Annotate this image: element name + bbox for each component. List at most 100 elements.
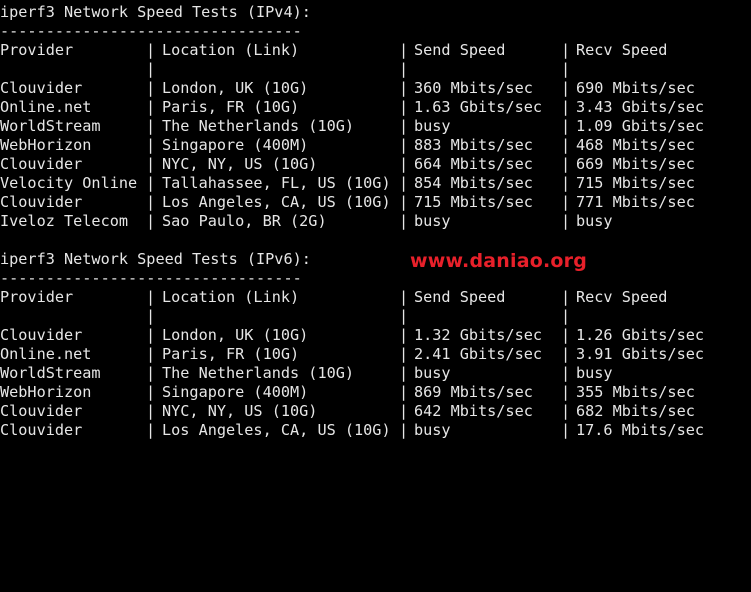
column-separator: | (146, 174, 156, 192)
column-separator: | (561, 79, 571, 97)
provider-column-header: Provider (0, 288, 74, 306)
recv-speed-cell: 1.26 Gbits/sec (576, 326, 705, 344)
provider-cell: Velocity Online (0, 174, 138, 192)
provider-cell: WebHorizon (0, 383, 92, 401)
provider-cell: WebHorizon (0, 136, 92, 154)
recv-speed-cell: 3.91 Gbits/sec (576, 345, 705, 363)
site-watermark: www.daniao.org (410, 250, 588, 272)
column-separator: | (399, 117, 409, 135)
column-separator: | (561, 421, 571, 439)
column-separator: | (399, 326, 409, 344)
column-separator: | (399, 41, 409, 59)
provider-cell: Clouvider (0, 421, 83, 439)
column-separator: | (561, 41, 571, 59)
ipv6-title-line: iperf3 Network Speed Tests (IPv6): (0, 250, 751, 269)
column-separator: | (399, 174, 409, 192)
ipv4-table-row: Clouvider | NYC, NY, US (10G) | 664 Mbit… (0, 155, 751, 174)
send-speed-cell: 664 Mbits/sec (414, 155, 533, 173)
column-separator: | (561, 383, 571, 401)
location-column-header: Location (Link) (162, 288, 300, 306)
recv-speed-cell: 17.6 Mbits/sec (576, 421, 705, 439)
column-separator: | (399, 345, 409, 363)
ipv6-divider: --------------------------------- (0, 269, 302, 287)
send-speed-cell: 854 Mbits/sec (414, 174, 533, 192)
recv-speed-cell: 669 Mbits/sec (576, 155, 695, 173)
recv-speed-cell: 771 Mbits/sec (576, 193, 695, 211)
provider-cell: WorldStream (0, 364, 101, 382)
send-speed-cell: 1.32 Gbits/sec (414, 326, 543, 344)
provider-cell: Online.net (0, 345, 92, 363)
recv-speed-column-header: Recv Speed (576, 288, 668, 306)
recv-speed-cell: busy (576, 212, 613, 230)
column-separator: | (146, 345, 156, 363)
send-speed-cell: 1.63 Gbits/sec (414, 98, 543, 116)
column-separator: | (399, 364, 409, 382)
column-separator: | (561, 212, 571, 230)
ipv4-title-line: iperf3 Network Speed Tests (IPv4): (0, 3, 751, 22)
column-separator: | (399, 288, 409, 306)
send-speed-cell: 883 Mbits/sec (414, 136, 533, 154)
recv-speed-cell: 355 Mbits/sec (576, 383, 695, 401)
ipv6-table-row: Clouvider | London, UK (10G) | 1.32 Gbit… (0, 326, 751, 345)
column-separator: | (146, 60, 156, 78)
location-cell: Paris, FR (10G) (162, 345, 300, 363)
column-separator: | (146, 155, 156, 173)
location-cell: Los Angeles, CA, US (10G) (162, 193, 391, 211)
ipv6-table-row: Clouvider | Los Angeles, CA, US (10G) | … (0, 421, 751, 440)
ipv4-table-row: Online.net | Paris, FR (10G) | 1.63 Gbit… (0, 98, 751, 117)
provider-cell: Clouvider (0, 79, 83, 97)
location-cell: NYC, NY, US (10G) (162, 402, 318, 420)
recv-speed-cell: 1.09 Gbits/sec (576, 117, 705, 135)
send-speed-cell: busy (414, 421, 451, 439)
column-separator: | (399, 402, 409, 420)
ipv4-divider: --------------------------------- (0, 22, 302, 40)
column-separator: | (399, 60, 409, 78)
column-separator: | (146, 98, 156, 116)
terminal-output: iperf3 Network Speed Tests (IPv4): -----… (0, 3, 751, 440)
location-cell: NYC, NY, US (10G) (162, 155, 318, 173)
column-separator: | (146, 288, 156, 306)
provider-cell: Clouvider (0, 326, 83, 344)
provider-cell: WorldStream (0, 117, 101, 135)
column-separator: | (561, 326, 571, 344)
send-speed-cell: busy (414, 364, 451, 382)
column-separator: | (561, 193, 571, 211)
column-separator: | (561, 155, 571, 173)
column-separator: | (561, 117, 571, 135)
recv-speed-cell: 3.43 Gbits/sec (576, 98, 705, 116)
column-separator: | (399, 136, 409, 154)
provider-cell: Clouvider (0, 402, 83, 420)
ipv6-table-row: Clouvider | NYC, NY, US (10G) | 642 Mbit… (0, 402, 751, 421)
column-separator: | (146, 193, 156, 211)
column-separator: | (146, 307, 156, 325)
column-separator: | (399, 421, 409, 439)
column-separator: | (146, 117, 156, 135)
column-separator: | (561, 402, 571, 420)
ipv6-section-title: iperf3 Network Speed Tests (IPv6): (0, 250, 311, 268)
location-cell: London, UK (10G) (162, 79, 309, 97)
location-cell: London, UK (10G) (162, 326, 309, 344)
ipv4-header-row: Provider | Location (Link) | Send Speed … (0, 41, 751, 60)
recv-speed-cell: 468 Mbits/sec (576, 136, 695, 154)
recv-speed-column-header: Recv Speed (576, 41, 668, 59)
recv-speed-cell: 690 Mbits/sec (576, 79, 695, 97)
column-separator: | (561, 174, 571, 192)
ipv4-dash-line: --------------------------------- (0, 22, 751, 41)
ipv4-section-title: iperf3 Network Speed Tests (IPv4): (0, 3, 311, 21)
ipv4-table-row: Velocity Online | Tallahassee, FL, US (1… (0, 174, 751, 193)
column-separator: | (399, 155, 409, 173)
ipv4-table-row: Clouvider | Los Angeles, CA, US (10G) | … (0, 193, 751, 212)
location-cell: Sao Paulo, BR (2G) (162, 212, 327, 230)
provider-cell: Online.net (0, 98, 92, 116)
ipv6-header-row: Provider | Location (Link) | Send Speed … (0, 288, 751, 307)
location-cell: The Netherlands (10G) (162, 364, 355, 382)
column-separator: | (146, 326, 156, 344)
recv-speed-cell: 682 Mbits/sec (576, 402, 695, 420)
ipv6-table-row: WorldStream | The Netherlands (10G) | bu… (0, 364, 751, 383)
column-separator: | (561, 98, 571, 116)
column-separator: | (399, 383, 409, 401)
column-separator: | (561, 288, 571, 306)
location-cell: Singapore (400M) (162, 136, 309, 154)
provider-column-header: Provider (0, 41, 74, 59)
column-separator: | (561, 60, 571, 78)
